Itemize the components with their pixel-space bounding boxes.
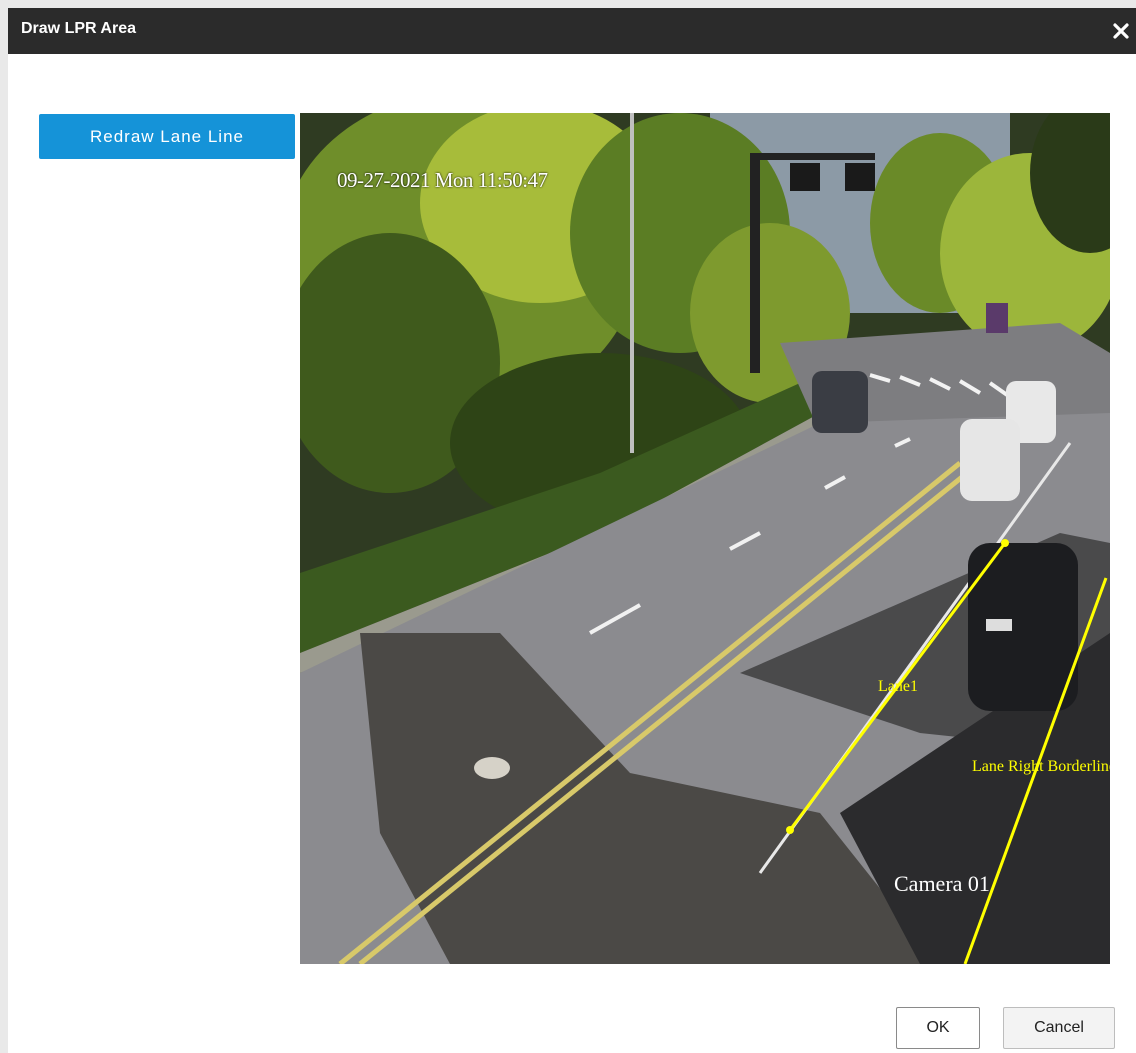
close-button[interactable] (1106, 16, 1136, 46)
cancel-button[interactable]: Cancel (1003, 1007, 1115, 1049)
close-icon (1113, 23, 1129, 39)
video-timestamp: 09-27-2021 Mon 11:50:47 (337, 168, 548, 192)
lane-right-borderline-label: Lane Right Borderline (972, 758, 1110, 775)
camera-scene (300, 113, 1110, 964)
lane-label: Lane1 (878, 678, 918, 695)
draw-lpr-area-dialog: Draw LPR Area Redraw Lane Line 09-27-202… (8, 8, 1136, 1053)
camera-video-view[interactable]: 09-27-2021 Mon 11:50:47 Lane1 Lane Right… (300, 113, 1110, 964)
dialog-title: Draw LPR Area (21, 20, 136, 37)
ok-button[interactable]: OK (896, 1007, 980, 1049)
dialog-titlebar: Draw LPR Area (8, 8, 1136, 54)
camera-name: Camera 01 (894, 871, 990, 896)
redraw-lane-line-button[interactable]: Redraw Lane Line (39, 114, 295, 159)
